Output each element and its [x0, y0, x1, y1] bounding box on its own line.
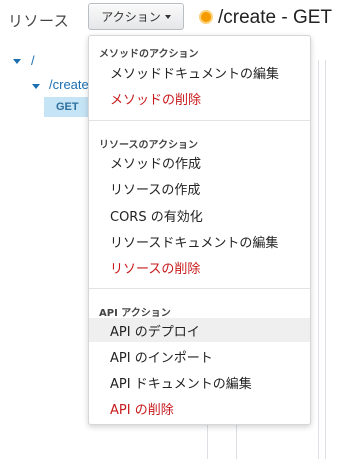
resource-actions-header: リソースのアクション	[99, 140, 198, 151]
method-badge-label: GET	[56, 101, 79, 113]
resources-title: リソース	[8, 12, 70, 30]
api-actions-header: API アクション	[99, 308, 171, 319]
page-title: /create - GET	[218, 7, 333, 28]
actions-button[interactable]: アクション	[88, 3, 184, 30]
menu-item-delete-method[interactable]: メソッドの削除	[89, 86, 310, 110]
menu-divider	[89, 288, 310, 289]
menu-item-delete-api[interactable]: API の削除	[89, 396, 310, 420]
menu-item-enable-cors[interactable]: CORS の有効化	[89, 203, 310, 227]
panel-border	[325, 60, 326, 459]
method-actions-header: メソッドのアクション	[99, 49, 199, 60]
expand-caret-icon[interactable]	[32, 84, 40, 89]
panel-border	[318, 60, 319, 459]
tree-item-create[interactable]: /create	[49, 77, 89, 92]
actions-button-label: アクション	[101, 10, 161, 24]
menu-item-create-method[interactable]: メソッドの作成	[89, 150, 310, 174]
actions-dropdown-menu: メソッドのアクション メソッドドキュメントの編集 メソッドの削除 リソースのアク…	[88, 35, 311, 425]
expand-caret-icon[interactable]	[13, 59, 21, 64]
menu-item-deploy-api[interactable]: API のデプロイ	[89, 318, 310, 342]
caret-down-icon	[164, 14, 171, 19]
api-gateway-resources-page: リソース アクション /create - GET / /create GET メ…	[0, 0, 341, 459]
menu-item-edit-api-docs[interactable]: API ドキュメントの編集	[89, 370, 310, 394]
menu-item-delete-resource[interactable]: リソースの削除	[89, 255, 310, 279]
tree-item-root[interactable]: /	[31, 53, 35, 68]
menu-item-import-api[interactable]: API のインポート	[89, 344, 310, 368]
menu-item-edit-resource-docs[interactable]: リソースドキュメントの編集	[89, 229, 310, 253]
menu-divider	[89, 120, 310, 121]
status-dot-icon	[201, 12, 211, 22]
menu-item-edit-method-docs[interactable]: メソッドドキュメントの編集	[89, 60, 310, 84]
menu-item-create-resource[interactable]: リソースの作成	[89, 176, 310, 200]
